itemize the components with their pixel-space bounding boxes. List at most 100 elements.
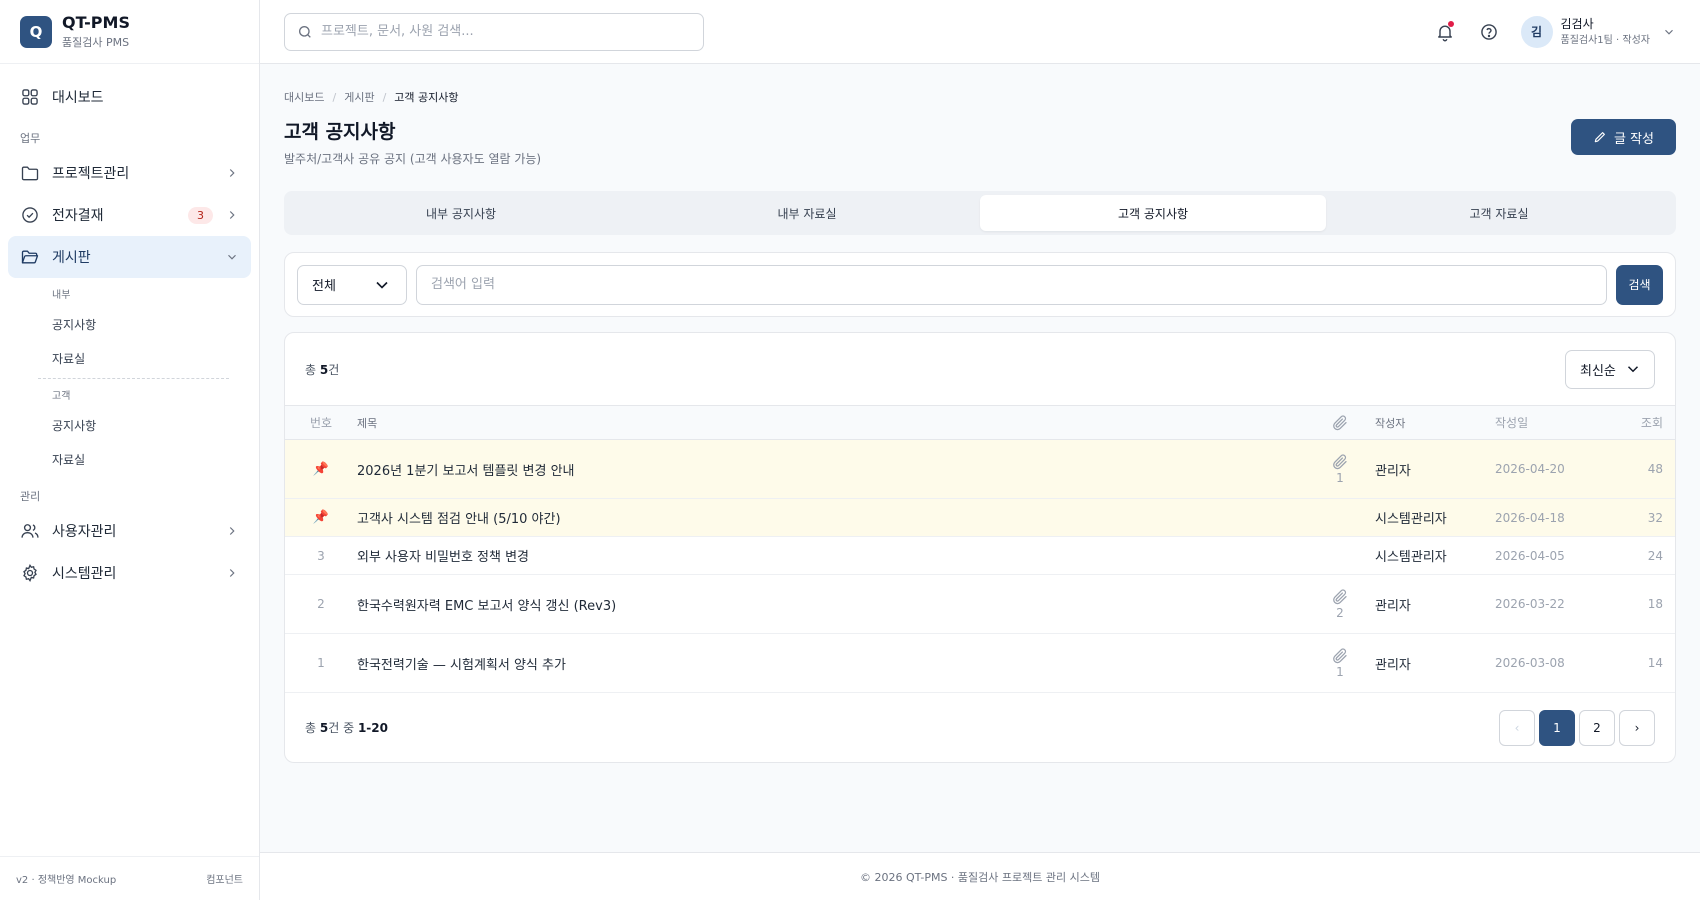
- breadcrumb-separator: /: [332, 90, 337, 104]
- post-date: 2026-04-05: [1495, 536, 1615, 575]
- paperclip-icon: [1333, 648, 1347, 664]
- sidebar-subitem-customer-notice[interactable]: 공지사항: [0, 408, 259, 442]
- main-content: 대시보드 / 게시판 / 고객 공지사항 고객 공지사항 발주처/고객사 공유 …: [284, 64, 1676, 763]
- brand-subtitle: 품질검사 PMS: [62, 35, 130, 49]
- chevron-right-icon: [229, 569, 235, 577]
- board-tabs: 내부 공지사항 내부 자료실 고객 공지사항 고객 자료실: [284, 191, 1676, 235]
- post-author: 관리자: [1375, 439, 1495, 499]
- sidebar-item-project[interactable]: 프로젝트관리: [8, 152, 251, 194]
- column-header-no: 번호: [285, 405, 357, 440]
- chevron-down-icon: [228, 254, 236, 260]
- tab-customer-archive[interactable]: 고객 자료실: [1326, 195, 1672, 231]
- gear-icon: [23, 563, 37, 583]
- post-views: 18: [1615, 574, 1675, 634]
- breadcrumb-item-board[interactable]: 게시판: [344, 89, 374, 105]
- sidebar-item-users[interactable]: 사용자관리: [8, 510, 251, 552]
- write-post-button[interactable]: 글 작성: [1570, 119, 1676, 155]
- global-search-input[interactable]: [321, 24, 691, 39]
- post-number: 1: [285, 633, 357, 693]
- prev-page-button[interactable]: ‹: [1499, 709, 1535, 746]
- table-row[interactable]: 2 한국수력원자력 EMC 보고서 양식 갱신 (Rev3) 2 관리자 202…: [285, 574, 1675, 634]
- page-footer: © 2026 QT-PMS · 품질검사 프로젝트 관리 시스템: [260, 852, 1700, 900]
- column-header-author: 작성자: [1375, 405, 1495, 440]
- table-row[interactable]: 1 한국전력기술 — 시험계획서 양식 추가 1 관리자 2026-03-08 …: [285, 633, 1675, 693]
- tab-internal-notice[interactable]: 내부 공지사항: [288, 195, 634, 231]
- sort-select-value: 최신순: [1580, 363, 1616, 379]
- page-button-1[interactable]: 1: [1539, 709, 1575, 746]
- category-select[interactable]: 전체: [297, 264, 407, 305]
- sub-section-customer: 고객: [52, 391, 71, 402]
- write-post-label: 글 작성: [1613, 131, 1654, 147]
- sidebar-footer: v2 · 정책반영 Mockup 컴포넌트: [0, 856, 259, 900]
- users-icon: [21, 524, 39, 538]
- breadcrumb-item-current: 고객 공지사항: [394, 91, 459, 104]
- category-select-value: 전체: [312, 279, 336, 294]
- chevron-right-icon: [229, 211, 235, 219]
- brand-logo: Q: [20, 15, 52, 48]
- brand-name: QT-PMS: [62, 12, 130, 32]
- page-title: 고객 공지사항: [284, 121, 396, 143]
- post-author: 시스템관리자: [1375, 498, 1495, 537]
- breadcrumb-item-dashboard[interactable]: 대시보드: [284, 89, 324, 105]
- post-title[interactable]: 한국전력기술 — 시험계획서 양식 추가: [357, 633, 1305, 693]
- page-subtitle: 발주처/고객사 공유 공지 (고객 사용자도 열람 가능): [284, 152, 542, 166]
- brand[interactable]: Q QT-PMS 품질검사 PMS: [0, 0, 259, 64]
- sidebar-item-dashboard[interactable]: 대시보드: [8, 76, 251, 118]
- sidebar-subitem-customer-archive[interactable]: 자료실: [0, 442, 259, 476]
- total-count-value: 5: [319, 362, 329, 377]
- pin-icon: 📌: [312, 510, 330, 525]
- sidebar-item-label: 사용자관리: [52, 524, 117, 540]
- chevron-right-icon: [229, 527, 235, 535]
- sidebar-subitem-internal-notice[interactable]: 공지사항: [0, 307, 259, 341]
- sidebar-item-system[interactable]: 시스템관리: [8, 552, 251, 594]
- column-header-views: 조회: [1615, 405, 1675, 440]
- sidebar-item-label: 게시판: [52, 250, 91, 266]
- tab-internal-archive[interactable]: 내부 자료실: [634, 195, 980, 231]
- notification-button[interactable]: [1431, 18, 1459, 46]
- chevron-down-icon: [1665, 29, 1673, 35]
- page-button-2[interactable]: 2: [1579, 709, 1615, 746]
- column-header-attachment: [1305, 405, 1375, 440]
- post-title[interactable]: 고객사 시스템 점검 안내 (5/10 야간): [357, 498, 1305, 537]
- post-views: 48: [1615, 439, 1675, 499]
- table-row[interactable]: 📌 고객사 시스템 점검 안내 (5/10 야간) 시스템관리자 2026-04…: [285, 498, 1675, 537]
- sidebar-item-approval[interactable]: 전자결재 3: [8, 194, 251, 236]
- sort-select[interactable]: 최신순: [1565, 349, 1655, 389]
- sidebar-item-label: 대시보드: [52, 90, 104, 106]
- next-page-button[interactable]: ›: [1619, 709, 1655, 746]
- keyword-input[interactable]: [416, 264, 1607, 305]
- post-list-card: 총 5건 최신순 번호 제목 작성자 작성일 조회 📌 2026년 1분기 보고…: [284, 332, 1676, 763]
- post-title[interactable]: 한국수력원자력 EMC 보고서 양식 갱신 (Rev3): [357, 574, 1305, 634]
- search-icon: [299, 25, 311, 38]
- post-table: 번호 제목 작성자 작성일 조회 📌 2026년 1분기 보고서 템플릿 변경 …: [285, 405, 1675, 693]
- chevron-right-icon: [229, 169, 235, 177]
- post-date: 2026-04-18: [1495, 498, 1615, 537]
- paperclip-icon: [1333, 454, 1347, 470]
- chevron-down-icon: [376, 281, 388, 289]
- post-number: 3: [285, 536, 357, 575]
- sidebar: Q QT-PMS 품질검사 PMS 대시보드 업무 프로젝트관리 전자결재 3 …: [0, 0, 260, 900]
- table-row[interactable]: 3 외부 사용자 비밀번호 정책 변경 시스템관리자 2026-04-05 24: [285, 536, 1675, 575]
- post-title[interactable]: 2026년 1분기 보고서 템플릿 변경 안내: [357, 439, 1305, 499]
- attachment-count: 1: [1336, 665, 1344, 679]
- sidebar-subitem-internal-archive[interactable]: 자료실: [0, 341, 259, 375]
- tab-customer-notice[interactable]: 고객 공지사항: [980, 195, 1326, 231]
- sidebar-item-label: 시스템관리: [52, 566, 117, 582]
- user-menu[interactable]: 김 김검사 품질검사1팀 · 작성자: [1520, 15, 1677, 48]
- pin-icon: 📌: [312, 461, 330, 477]
- post-title[interactable]: 외부 사용자 비밀번호 정책 변경: [357, 536, 1305, 575]
- sidebar-item-board[interactable]: 게시판: [8, 236, 251, 278]
- global-search[interactable]: [284, 12, 704, 51]
- components-link[interactable]: 컴포넌트: [206, 871, 243, 886]
- search-button[interactable]: 검색: [1616, 264, 1663, 305]
- table-row[interactable]: 📌 2026년 1분기 보고서 템플릿 변경 안내 1 관리자 2026-04-…: [285, 439, 1675, 499]
- post-views: 32: [1615, 498, 1675, 537]
- notification-dot: [1447, 20, 1454, 27]
- attachment-count: 2: [1336, 606, 1344, 620]
- folder-icon: [21, 166, 39, 181]
- section-label-admin: 관리: [20, 490, 41, 503]
- attachment-count: 1: [1336, 471, 1344, 485]
- result-range: 총 5건 중 1-20: [305, 721, 388, 735]
- help-button[interactable]: [1475, 18, 1503, 46]
- version-label: v2 · 정책반영 Mockup: [16, 875, 117, 886]
